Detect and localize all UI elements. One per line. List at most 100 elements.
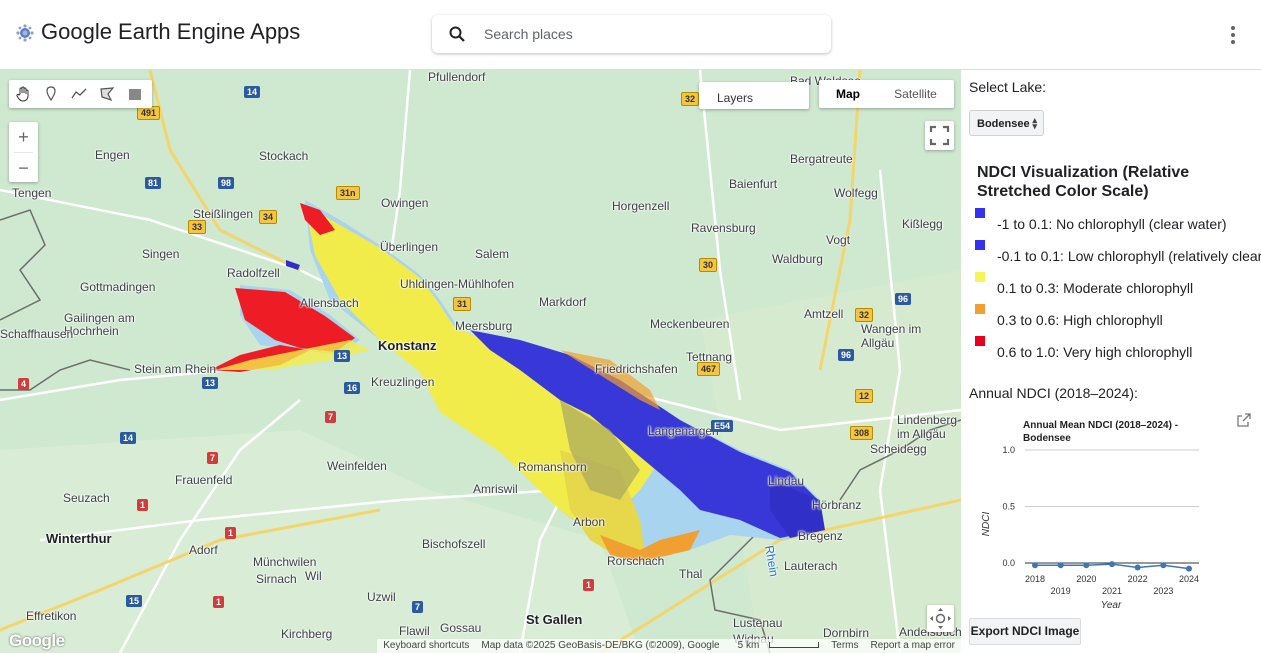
map-type-satellite-button[interactable]: Satellite: [877, 80, 954, 108]
search-box[interactable]: [432, 15, 831, 53]
place-label: Stein am Rhein: [134, 362, 217, 376]
place-label: Stockach: [259, 149, 309, 163]
place-label: Salem: [475, 247, 510, 261]
pan-hand-icon[interactable]: [9, 80, 37, 108]
legend-label: 0.1 to 0.3: Moderate chlorophyll: [997, 280, 1194, 296]
place-label: Arbon: [573, 515, 606, 529]
polygon-draw-icon[interactable]: [93, 80, 121, 108]
chart-x-tick-label: 2022: [1128, 574, 1148, 584]
map-type-map-button[interactable]: Map: [819, 80, 877, 108]
road-shield: 98: [218, 177, 235, 189]
place-label: Sirnach: [256, 572, 297, 586]
place-label: Lindenberg im Allgäu: [897, 413, 958, 441]
place-label: Schaffhausen: [0, 327, 74, 341]
place-label: Radolfzell: [227, 266, 280, 280]
map-footer: Keyboard shortcuts Map data ©2025 GeoBas…: [377, 639, 961, 653]
chart-y-tick-label: 0.5: [1002, 502, 1015, 512]
road-shield: 7: [325, 411, 337, 423]
road-shield: 96: [838, 349, 855, 361]
place-label: Friedrichshafen: [595, 362, 678, 376]
place-label: Konstanz: [378, 338, 437, 353]
chart-data-point[interactable]: [1032, 562, 1038, 569]
google-logo: Google: [9, 631, 65, 650]
zoom-out-button[interactable]: −: [9, 153, 38, 183]
road-shield: 32: [681, 92, 700, 106]
chart-data-point[interactable]: [1083, 562, 1090, 569]
chart-y-tick-label: 1.0: [1002, 445, 1015, 455]
road-shield: 14: [244, 86, 261, 98]
chart-data-point[interactable]: [1134, 564, 1141, 571]
app-header: Google Earth Engine Apps: [0, 0, 1261, 70]
place-label: Wil: [305, 569, 322, 583]
terms-link[interactable]: Terms: [825, 639, 864, 653]
fullscreen-button[interactable]: [925, 121, 954, 150]
place-label: Münchwilen: [253, 555, 317, 569]
camera-control-button[interactable]: [927, 605, 954, 632]
legend-label: 0.6 to 1.0: Very high chlorophyll: [997, 344, 1193, 360]
legend-swatch: [975, 272, 985, 282]
more-options-icon[interactable]: [1224, 24, 1242, 46]
chart-data-point[interactable]: [1160, 562, 1167, 569]
earth-engine-logo-icon: [16, 24, 34, 42]
chart-x-tick-label: 2019: [1051, 586, 1071, 596]
place-label: Wolfegg: [834, 186, 878, 200]
chart-title-line-1: Annual Mean NDCI (2018–2024) -: [1023, 420, 1178, 431]
place-label: Amriswil: [473, 482, 518, 496]
road-shield: 7: [412, 601, 424, 613]
place-label: Bischofszell: [422, 537, 486, 551]
road-shield: 308: [850, 426, 874, 440]
legend-label: 0.3 to 0.6: High chlorophyll: [997, 312, 1163, 328]
place-label: Thal: [679, 567, 703, 581]
place-label: Vogt: [826, 233, 851, 247]
place-label: Lindau: [768, 474, 805, 488]
place-label: Steißlingen: [193, 207, 254, 221]
chart-data-point[interactable]: [1057, 562, 1064, 569]
place-label: Gottmadingen: [80, 280, 156, 294]
map-canvas[interactable]: Pfullendorf Bad Waldsee Engen Stockach B…: [0, 70, 961, 653]
place-label: Romanshorn: [518, 460, 587, 474]
place-label: Uhldingen-Mühlhofen: [400, 277, 515, 291]
place-label: Bregenz: [798, 529, 843, 543]
camera-move-icon: [930, 608, 951, 629]
chart-data-point[interactable]: [1109, 561, 1115, 568]
ndci-line-chart: Annual Mean NDCI (2018–2024) - Bodensee …: [981, 420, 1199, 610]
app-title: Google Earth Engine Apps: [41, 19, 301, 44]
line-draw-icon[interactable]: [65, 80, 93, 108]
place-label: Allensbach: [300, 296, 359, 310]
rectangle-draw-icon[interactable]: [121, 80, 149, 108]
road-shield: 34: [259, 210, 278, 224]
report-map-error-link[interactable]: Report a map error: [865, 639, 961, 653]
place-label: Dornbirn: [823, 626, 870, 640]
zoom-in-button[interactable]: +: [9, 122, 38, 152]
search-input[interactable]: [484, 23, 814, 45]
place-label: Horgenzell: [612, 199, 670, 213]
road-shield: 13: [334, 350, 351, 362]
layers-button[interactable]: Layers: [699, 82, 809, 109]
place-label: Meersburg: [455, 319, 513, 333]
road-shield: 12: [855, 389, 874, 403]
place-label: Lustenau: [733, 616, 783, 630]
keyboard-shortcuts-link[interactable]: Keyboard shortcuts: [377, 639, 475, 653]
place-label: Markdorf: [539, 295, 587, 309]
place-label: Kißlegg: [902, 217, 943, 231]
place-label: Owingen: [381, 196, 429, 210]
chart-x-tick-label: 2023: [1153, 586, 1173, 596]
chart-data-point[interactable]: [1186, 565, 1192, 572]
export-ndci-button[interactable]: Export NDCI Image: [969, 618, 1081, 645]
lake-select[interactable]: Bodensee ▴ ▾: [969, 110, 1044, 136]
select-lake-label: Select Lake:: [969, 79, 1047, 95]
place-label: Kreuzlingen: [371, 375, 435, 389]
place-label: Langenargen: [648, 424, 719, 438]
road-shield: 31n: [336, 186, 360, 200]
marker-icon[interactable]: [37, 80, 65, 108]
legend-swatch: [975, 304, 985, 314]
search-icon: [449, 26, 465, 42]
annual-ndci-label: Annual NDCI (2018–2024):: [969, 385, 1138, 401]
place-label: Baienfurt: [729, 177, 778, 191]
scale-indicator[interactable]: 5 km: [726, 639, 826, 653]
place-label: Seuzach: [63, 491, 110, 505]
side-panel: Select Lake: Bodensee ▴ ▾ NDCI Visualizat…: [961, 70, 1261, 653]
chart-x-tick-label: 2020: [1076, 574, 1096, 584]
legend-label: -1 to 0.1: No chlorophyll (clear water): [997, 216, 1227, 232]
road-shield: 491: [137, 106, 161, 120]
